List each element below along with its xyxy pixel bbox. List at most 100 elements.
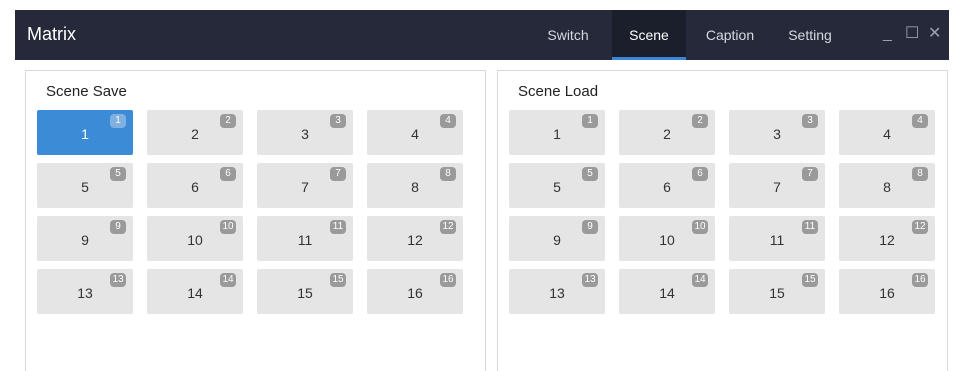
- scene-save-badge: 7: [330, 167, 346, 181]
- close-icon[interactable]: ✕: [928, 24, 941, 44]
- scene-load-button-15[interactable]: 15 15: [729, 269, 825, 314]
- scene-load-button-6[interactable]: 66: [619, 163, 715, 208]
- scene-save-button-6[interactable]: 66: [147, 163, 243, 208]
- scene-load-button-label: 2: [663, 126, 671, 142]
- scene-save-button-label: 13: [77, 285, 93, 301]
- scene-load-panel: Scene Load 1 1 2 2 3 3 4 4 5 5 6 6 7 7 8 8 9 9 10 10 11 11 12 1…: [497, 70, 948, 371]
- scene-load-title: Scene Load: [518, 83, 599, 100]
- scene-load-badge: 3: [802, 114, 818, 128]
- scene-load-button-label: 15: [769, 285, 785, 301]
- scene-save-button-12[interactable]: 12 12: [367, 216, 463, 261]
- scene-load-badge: 4: [912, 114, 928, 128]
- scene-save-button-label: 4: [411, 126, 419, 142]
- scene-load-badge: 7: [802, 167, 818, 181]
- tab-scene[interactable]: Scene: [612, 10, 686, 60]
- scene-load-button-label: 3: [773, 126, 781, 142]
- app-title: Matrix: [27, 24, 76, 44]
- scene-load-button-10[interactable]: 10 10: [619, 216, 715, 261]
- scene-save-button-7[interactable]: 77: [257, 163, 353, 208]
- scene-save-badge: 15: [330, 273, 346, 287]
- scene-save-badge: 1: [110, 114, 126, 128]
- scene-save-button-label: 7: [301, 179, 309, 195]
- scene-save-button-label: 1: [81, 126, 89, 142]
- scene-save-badge: 13: [110, 273, 126, 287]
- scene-save-button-10[interactable]: 10 10: [147, 216, 243, 261]
- scene-load-button-14[interactable]: 14 14: [619, 269, 715, 314]
- scene-save-button-13[interactable]: 13 13: [37, 269, 133, 314]
- scene-save-badge: 8: [440, 167, 456, 181]
- scene-load-button-7[interactable]: 77: [729, 163, 825, 208]
- scene-load-button-label: 8: [883, 179, 891, 195]
- scene-load-button-label: 12: [879, 232, 895, 248]
- scene-save-badge: 3: [330, 114, 346, 128]
- scene-load-badge: 14: [692, 273, 708, 287]
- scene-load-button-11[interactable]: 11 11: [729, 216, 825, 261]
- scene-save-button-label: 2: [191, 126, 199, 142]
- scene-save-badge: 5: [110, 167, 126, 181]
- scene-save-badge: 6: [220, 167, 236, 181]
- scene-load-button-2[interactable]: 22: [619, 110, 715, 155]
- scene-save-button-label: 6: [191, 179, 199, 195]
- tab-switch[interactable]: Switch: [532, 10, 604, 60]
- tab-setting[interactable]: Setting: [773, 10, 847, 60]
- scene-load-button-label: 9: [553, 232, 561, 248]
- scene-save-button-label: 9: [81, 232, 89, 248]
- scene-load-badge: 5: [582, 167, 598, 181]
- scene-load-badge: 1: [582, 114, 598, 128]
- scene-save-button-label: 10: [187, 232, 203, 248]
- scene-save-grid: 1 1 2 2 3 3 4 4 5 5 6 6 7 7 8 8 9 9 10 10 11 11 12 12 13 13 14 14 15…: [37, 110, 463, 314]
- scene-load-button-9[interactable]: 99: [509, 216, 605, 261]
- maximize-icon[interactable]: ☐: [905, 24, 919, 44]
- scene-save-button-16[interactable]: 16 16: [367, 269, 463, 314]
- minimize-icon[interactable]: _: [883, 24, 892, 44]
- title-bar: Matrix Switch Scene Caption Setting _ ☐ …: [15, 10, 949, 60]
- scene-load-button-16[interactable]: 16 16: [839, 269, 935, 314]
- scene-load-button-label: 10: [659, 232, 675, 248]
- scene-load-button-label: 7: [773, 179, 781, 195]
- scene-save-button-4[interactable]: 44: [367, 110, 463, 155]
- scene-load-button-label: 5: [553, 179, 561, 195]
- scene-save-button-label: 14: [187, 285, 203, 301]
- scene-save-badge: 14: [220, 273, 236, 287]
- scene-load-button-1[interactable]: 11: [509, 110, 605, 155]
- scene-load-badge: 2: [692, 114, 708, 128]
- scene-load-badge: 10: [692, 220, 708, 234]
- scene-load-button-13[interactable]: 13 13: [509, 269, 605, 314]
- scene-save-button-2[interactable]: 22: [147, 110, 243, 155]
- scene-load-badge: 11: [802, 220, 818, 234]
- scene-save-button-1[interactable]: 11: [37, 110, 133, 155]
- scene-load-button-5[interactable]: 55: [509, 163, 605, 208]
- tab-caption[interactable]: Caption: [695, 10, 765, 60]
- scene-load-button-label: 16: [879, 285, 895, 301]
- scene-load-badge: 16: [912, 273, 928, 287]
- scene-save-button-label: 8: [411, 179, 419, 195]
- scene-load-badge: 9: [582, 220, 598, 234]
- scene-load-button-3[interactable]: 33: [729, 110, 825, 155]
- scene-save-button-9[interactable]: 99: [37, 216, 133, 261]
- scene-save-button-8[interactable]: 88: [367, 163, 463, 208]
- scene-save-badge: 4: [440, 114, 456, 128]
- scene-save-button-15[interactable]: 15 15: [257, 269, 353, 314]
- scene-save-button-label: 11: [297, 232, 313, 248]
- scene-save-button-label: 3: [301, 126, 309, 142]
- scene-load-button-label: 6: [663, 179, 671, 195]
- scene-load-button-4[interactable]: 44: [839, 110, 935, 155]
- scene-load-button-8[interactable]: 88: [839, 163, 935, 208]
- scene-save-button-14[interactable]: 14 14: [147, 269, 243, 314]
- scene-load-badge: 6: [692, 167, 708, 181]
- scene-load-button-label: 1: [553, 126, 561, 142]
- scene-save-panel: Scene Save 1 1 2 2 3 3 4 4 5 5 6 6 7 7 8 8 9 9 10 10 11 11 12 1…: [25, 70, 486, 371]
- scene-save-title: Scene Save: [46, 83, 127, 100]
- scene-load-badge: 8: [912, 167, 928, 181]
- scene-save-badge: 2: [220, 114, 236, 128]
- scene-load-badge: 12: [912, 220, 928, 234]
- scene-load-button-label: 11: [769, 232, 785, 248]
- scene-save-button-3[interactable]: 33: [257, 110, 353, 155]
- scene-save-button-11[interactable]: 11 11: [257, 216, 353, 261]
- matrix-window: Matrix Switch Scene Caption Setting _ ☐ …: [15, 10, 949, 371]
- scene-save-badge: 16: [440, 273, 456, 287]
- scene-load-button-12[interactable]: 12 12: [839, 216, 935, 261]
- scene-save-button-label: 16: [407, 285, 423, 301]
- scene-save-button-5[interactable]: 55: [37, 163, 133, 208]
- scene-load-badge: 13: [582, 273, 598, 287]
